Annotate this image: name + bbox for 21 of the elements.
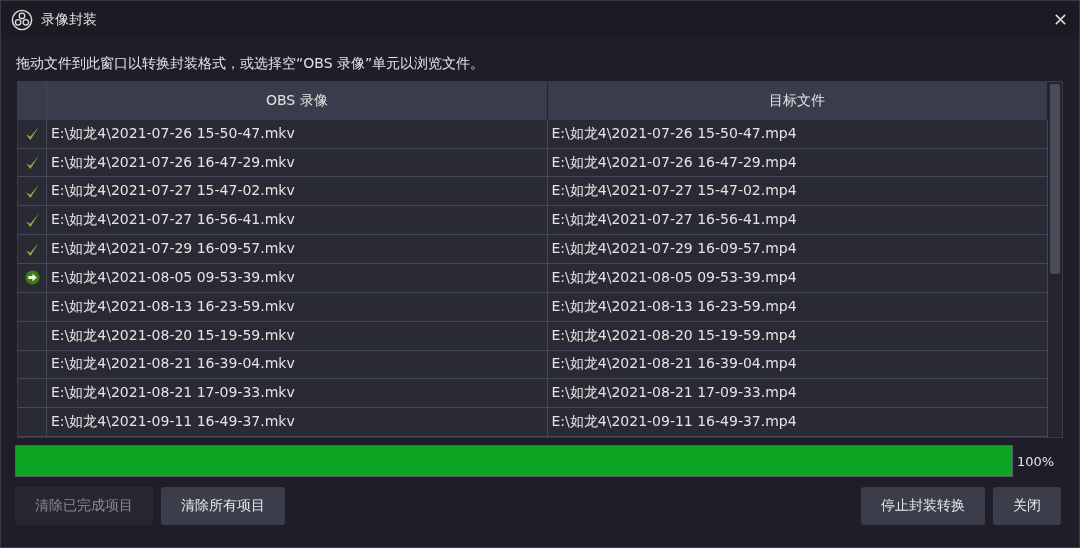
dialog-button[interactable]: 关闭 <box>993 487 1061 525</box>
progress-percent: 100% <box>1016 453 1056 469</box>
table-cell: E:\如龙4\2021-08-21 17-09-33.mkv <box>47 379 548 408</box>
dialog-button[interactable]: 停止封装转换 <box>861 487 985 525</box>
table-cell: E:\如龙4\2021-09-11 16-49-37.mkv <box>47 408 548 437</box>
table-cell: E:\如龙4\2021-07-29 16-09-57.mkv <box>47 235 548 263</box>
table-cell: E:\如龙4\2021-07-26 15-50-47.mkv <box>47 119 548 148</box>
table-cell: E:\如龙4\2021-08-20 15-19-59.mkv <box>47 321 548 350</box>
window-title: 录像封装 <box>41 10 97 29</box>
close-icon[interactable] <box>1054 13 1067 26</box>
scrollbar[interactable] <box>1048 82 1062 437</box>
instruction-text: 拖动文件到此窗口以转换封装格式，或选择空“OBS 录像”单元以浏览文件。 <box>15 54 486 73</box>
column-header[interactable]: OBS 录像 <box>47 82 548 120</box>
dialog-button[interactable]: 清除所有项目 <box>161 487 285 525</box>
table-cell: E:\如龙4\2021-08-05 09-53-39.mkv <box>47 264 548 292</box>
table-cell: E:\如龙4\2021-07-27 15-47-02.mkv <box>47 177 548 206</box>
table-cell: E:\如龙4\2021-08-21 16-39-04.mkv <box>47 350 548 379</box>
table-cell: E:\如龙4\2021-07-27 16-56-41.mkv <box>47 206 548 235</box>
app-logo-icon <box>11 8 33 31</box>
table-cell: E:\如龙4\2021-08-13 16-23-59.mkv <box>47 292 548 321</box>
table-cell: E:\如龙4\2021-07-26 16-47-29.mkv <box>47 148 548 177</box>
